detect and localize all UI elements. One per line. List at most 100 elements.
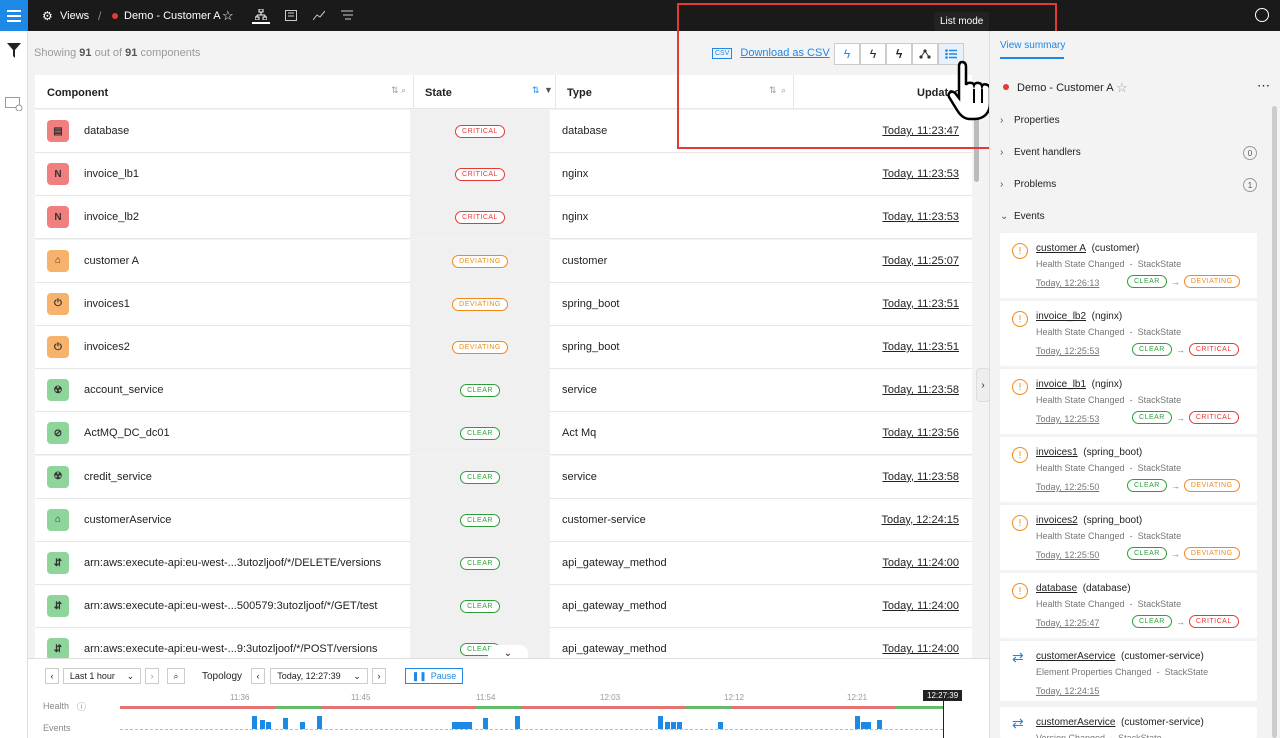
event-bar[interactable] [658, 716, 663, 729]
component-type: api_gateway_method [562, 557, 667, 569]
updated-time[interactable]: Today, 11:24:00 [882, 557, 959, 569]
updated-time[interactable]: Today, 11:24:00 [882, 643, 959, 655]
event-bar[interactable] [515, 716, 520, 729]
table-row[interactable]: ⏻ invoices1 DEVIATING spring_boot Today, 11:… [35, 282, 972, 326]
table-row[interactable]: ☢ credit_service CLEAR service Today, 11:23:… [35, 455, 972, 499]
zoom-button[interactable]: ⌕ [167, 668, 185, 684]
event-component-link[interactable]: database [1036, 583, 1077, 594]
table-row[interactable]: ⇵ arn:aws:execute-api:eu-west-...3utozljo… [35, 542, 972, 585]
updated-time[interactable]: Today, 11:24:00 [882, 600, 959, 612]
component-name[interactable]: arn:aws:execute-api:eu-west-...500579:3u… [84, 600, 378, 612]
component-name[interactable]: customer A [84, 255, 139, 267]
updated-time[interactable]: Today, 11:23:58 [882, 471, 959, 483]
help-icon[interactable]: ⓘ [77, 700, 86, 713]
time-range-select[interactable]: Last 1 hour ⌄ [63, 668, 141, 684]
event-time[interactable]: Today, 12:25:50 [1036, 550, 1099, 560]
tab-view-summary[interactable]: View summary [1000, 40, 1065, 51]
event-time[interactable]: Today, 12:26:13 [1036, 278, 1099, 288]
event-time[interactable]: Today, 12:24:15 [1036, 686, 1099, 696]
table-row[interactable]: ☢ account_service CLEAR service Today, 11:23… [35, 369, 972, 413]
panel-collapse-button[interactable]: › [976, 368, 990, 402]
event-bar[interactable] [317, 716, 322, 729]
event-component-link[interactable]: invoices2 [1036, 515, 1078, 526]
updated-time[interactable]: Today, 11:23:51 [882, 341, 959, 353]
table-row[interactable]: Ninvoice_lb1 CRITICAL nginx Today, 11:23:53 [35, 153, 972, 197]
updated-time[interactable]: Today, 11:23:51 [882, 298, 959, 310]
event-component-link[interactable]: invoice_lb2 [1036, 311, 1086, 322]
component-name[interactable]: invoices1 [84, 298, 130, 310]
event-bar[interactable] [866, 722, 871, 729]
component-name[interactable]: arn:aws:execute-api:eu-west-...9:3utozlj… [84, 643, 377, 655]
topology-next-button[interactable]: › [372, 668, 386, 684]
event-bar[interactable] [665, 722, 670, 729]
event-item[interactable]: ! database (database) Health State Changed… [1000, 573, 1257, 638]
updated-time[interactable]: Today, 11:23:58 [882, 384, 959, 396]
table-row[interactable]: Ninvoice_lb2 CRITICAL nginx Today, 11:23:53 [35, 196, 972, 240]
topology-prev-button[interactable]: ‹ [251, 668, 265, 684]
timeline-prev-button[interactable]: ‹ [45, 668, 59, 684]
chevron-right-icon: › [1000, 179, 1004, 190]
table-row[interactable]: ⌂ customer A DEVIATING customer Today, 11:25… [35, 239, 972, 283]
event-bar[interactable] [283, 718, 288, 729]
table-row[interactable]: ⏻ invoices2 DEVIATING spring_boot Today, 11:… [35, 326, 972, 369]
event-source: StackState [1137, 463, 1182, 473]
event-bar[interactable] [718, 722, 723, 729]
component-name[interactable]: credit_service [84, 471, 152, 483]
more-icon[interactable]: ⋯ [1257, 78, 1270, 94]
table-row[interactable]: ⌂ customerAservice CLEAR customer-service To… [35, 498, 972, 542]
event-time[interactable]: Today, 12:25:53 [1036, 414, 1099, 424]
event-component-link[interactable]: customerAservice [1036, 717, 1115, 728]
event-component-link[interactable]: customer A [1036, 243, 1086, 254]
event-time[interactable]: Today, 12:25:53 [1036, 346, 1099, 356]
table-row[interactable]: ⇵ arn:aws:execute-api:eu-west-...500579:3… [35, 585, 972, 629]
state-badge: CLEAR [460, 557, 500, 570]
event-bar[interactable] [855, 716, 860, 729]
component-name[interactable]: customerAservice [84, 514, 171, 526]
event-item[interactable]: ! invoices2 (spring_boot) Health State Cha… [1000, 505, 1257, 570]
updated-time[interactable]: Today, 11:25:07 [882, 255, 959, 267]
timeline-next-button[interactable]: › [145, 668, 159, 684]
star-icon[interactable]: ☆ [1116, 80, 1128, 96]
event-component-link[interactable]: invoices1 [1036, 447, 1078, 458]
section-problems[interactable]: › Problems [1000, 179, 1056, 190]
section-properties[interactable]: › Properties [1000, 115, 1060, 126]
event-item[interactable]: ! invoice_lb1 (nginx) Health State Changed… [1000, 369, 1257, 434]
component-name[interactable]: invoices2 [84, 341, 130, 353]
event-component-link[interactable]: customerAservice [1036, 651, 1115, 662]
event-bar[interactable] [877, 720, 882, 729]
event-bar[interactable] [677, 722, 682, 729]
event-bar[interactable] [252, 716, 257, 729]
component-name[interactable]: invoice_lb2 [84, 211, 139, 223]
component-name[interactable]: ActMQ_DC_dc01 [84, 427, 170, 439]
topology-time-select[interactable]: Today, 12:27:39 ⌄ [270, 668, 368, 684]
table-row[interactable]: ⊘ ActMQ_DC_dc01 CLEAR Act Mq Today, 11:23:56 [35, 412, 972, 456]
event-item[interactable]: ⇄ customerAservice (customer-service) Vers… [1000, 707, 1257, 738]
component-name[interactable]: account_service [84, 384, 164, 396]
event-item[interactable]: ! invoice_lb2 (nginx) Health State Changed… [1000, 301, 1257, 366]
updated-time[interactable]: Today, 11:23:56 [882, 427, 959, 439]
section-event-handlers[interactable]: › Event handlers [1000, 147, 1081, 158]
panel-scrollbar[interactable] [1272, 106, 1277, 738]
events-label: Events [43, 723, 71, 733]
event-item[interactable]: ! customer A (customer) Health State Chang… [1000, 233, 1257, 298]
updated-time[interactable]: Today, 11:23:53 [882, 211, 959, 223]
event-item[interactable]: ! invoices1 (spring_boot) Health State Cha… [1000, 437, 1257, 502]
event-bar[interactable] [483, 718, 488, 729]
event-bar[interactable] [300, 722, 305, 729]
pause-button[interactable]: ❚❚ Pause [405, 668, 463, 684]
updated-time[interactable]: Today, 12:24:15 [882, 514, 959, 526]
event-bar[interactable] [260, 720, 265, 729]
component-type: spring_boot [562, 341, 620, 353]
event-bar[interactable] [671, 722, 676, 729]
event-bar[interactable] [467, 722, 472, 729]
event-item[interactable]: ⇄ customerAservice (customer-service) Elem… [1000, 641, 1257, 701]
component-name[interactable]: database [84, 125, 129, 137]
event-component-link[interactable]: invoice_lb1 [1036, 379, 1086, 390]
event-bar[interactable] [266, 722, 271, 729]
updated-time[interactable]: Today, 11:23:53 [882, 168, 959, 180]
component-name[interactable]: invoice_lb1 [84, 168, 139, 180]
event-time[interactable]: Today, 12:25:50 [1036, 482, 1099, 492]
section-events[interactable]: ⌄ Events [1000, 211, 1045, 222]
event-time[interactable]: Today, 12:25:47 [1036, 618, 1099, 628]
component-name[interactable]: arn:aws:execute-api:eu-west-...3utozljoo… [84, 557, 381, 569]
